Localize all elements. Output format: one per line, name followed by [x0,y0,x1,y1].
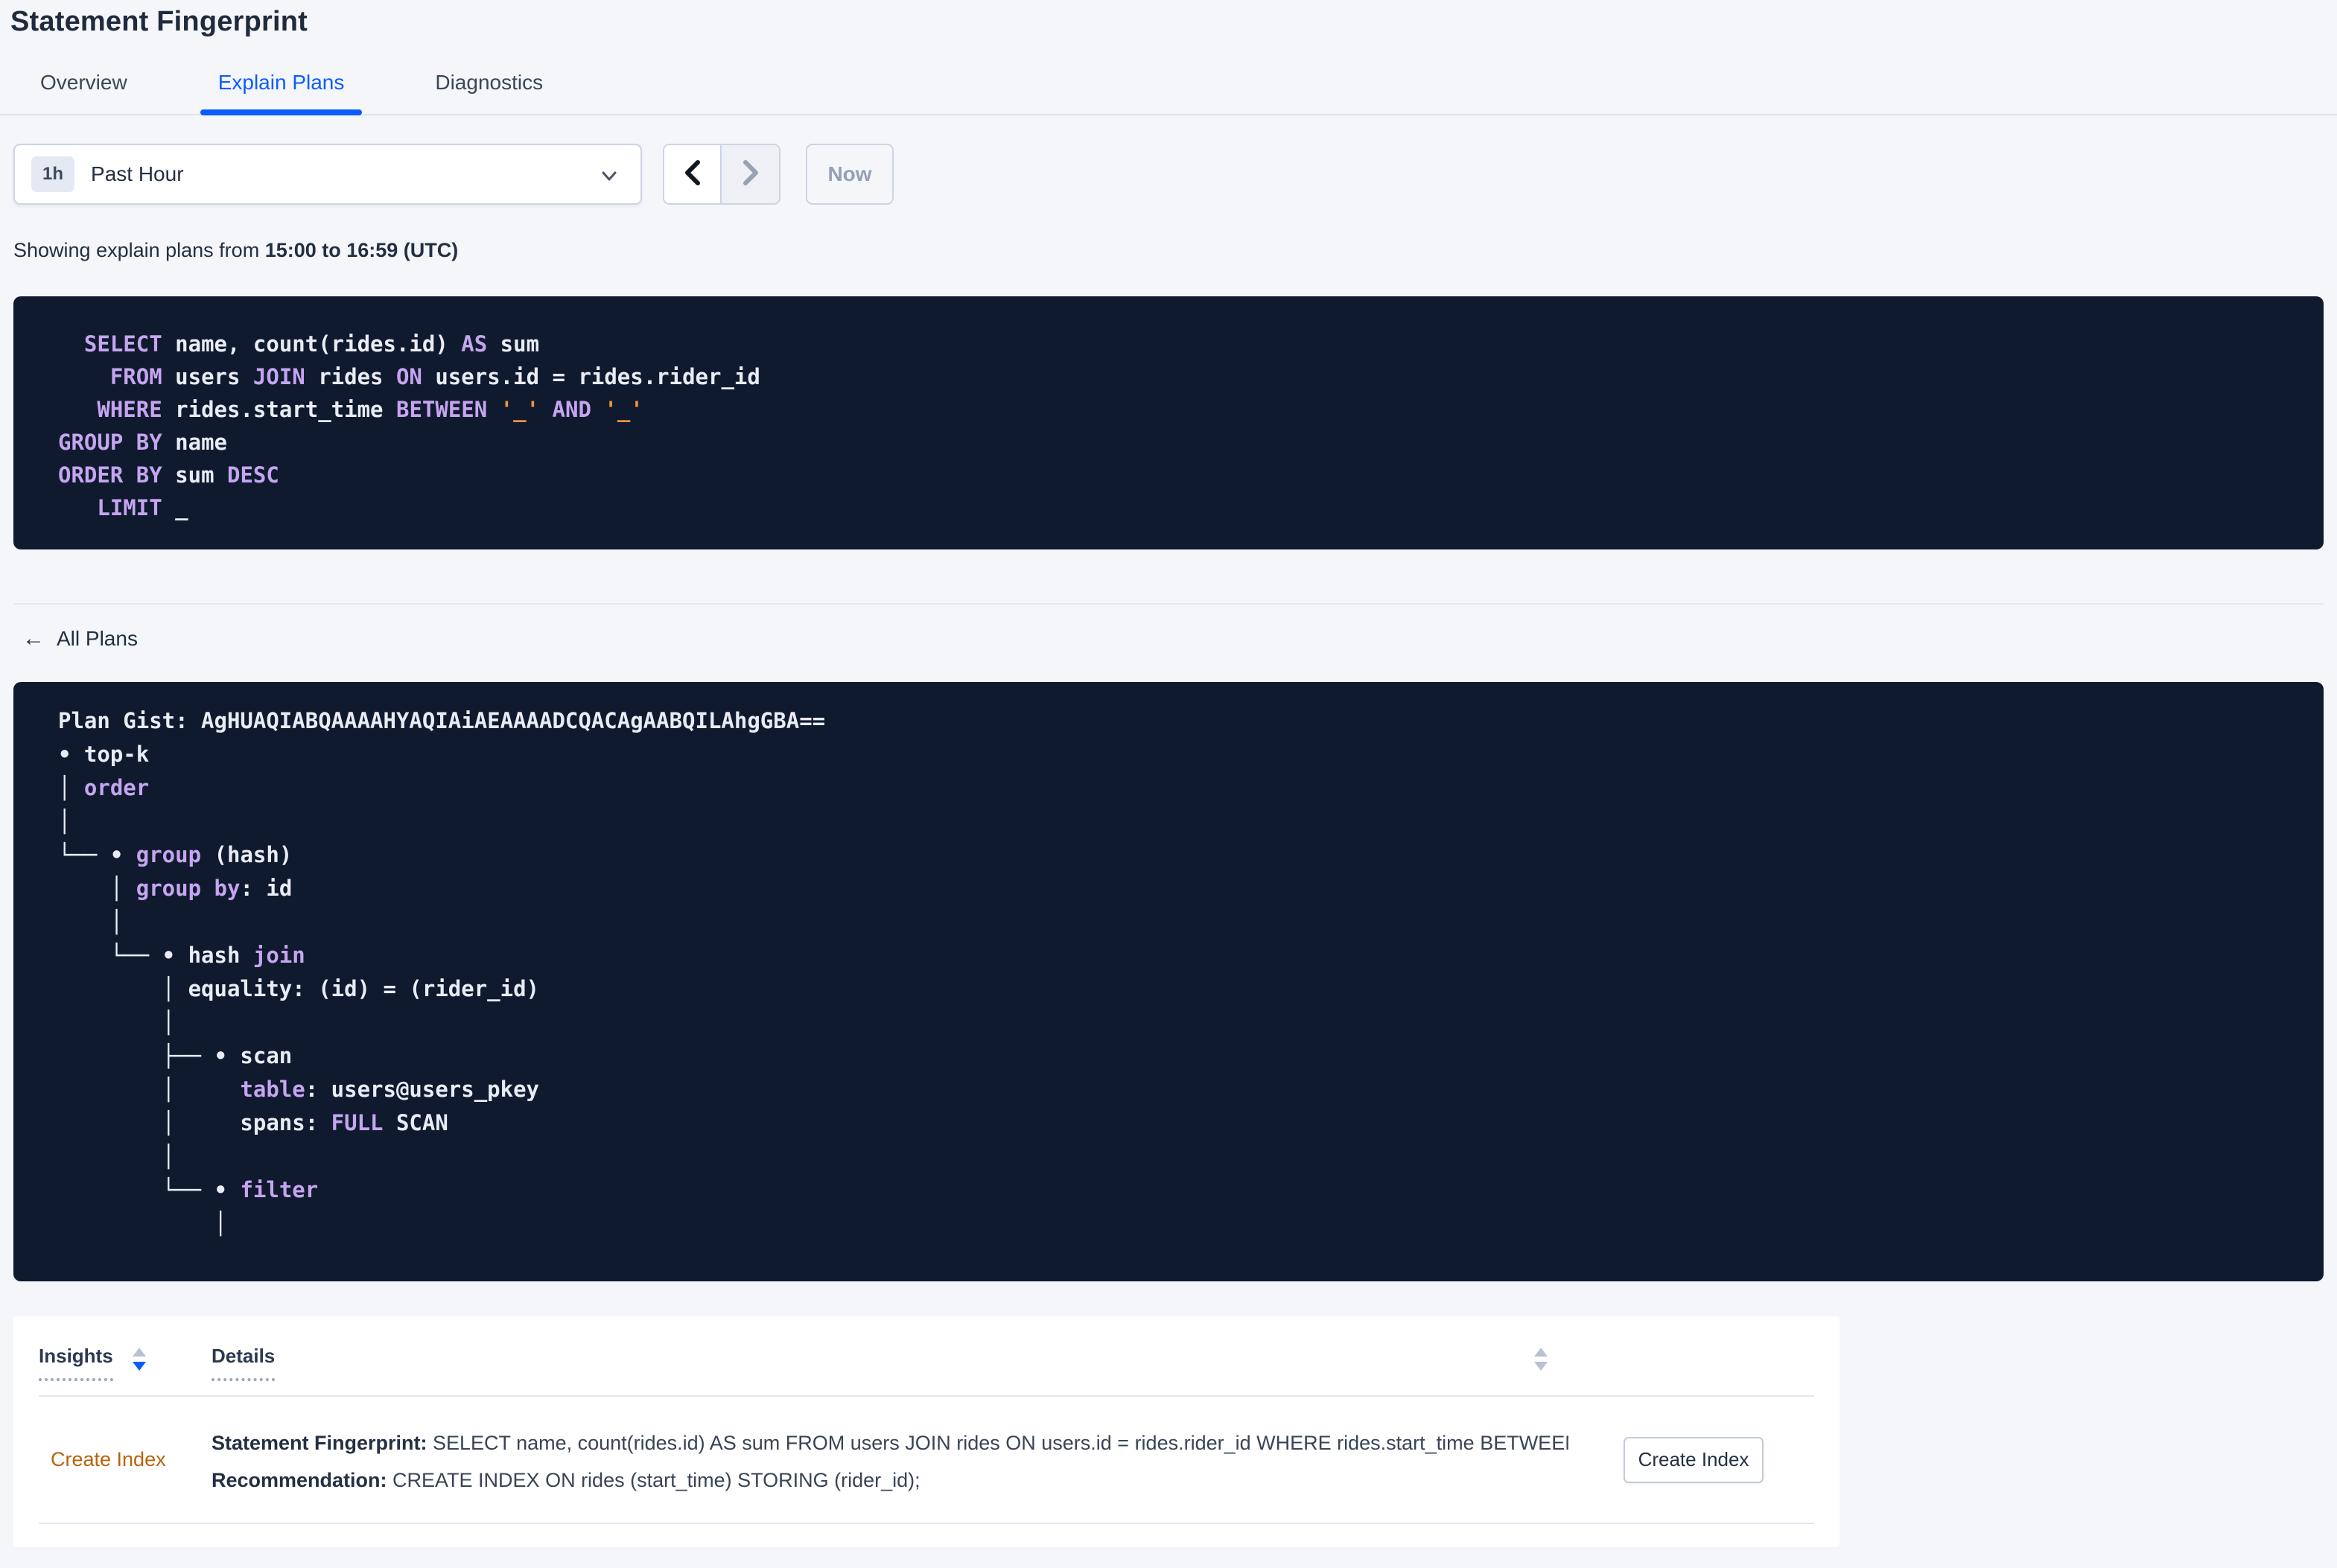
time-picker-row: 1h Past Hour Now [13,144,2337,205]
plan-gist-value: Plan Gist: AgHUAQIABQAAAAHYAQIAiAEAAAADC… [58,708,826,733]
arrow-left-icon: ← [22,626,45,651]
tab-bar: Overview Explain Plans Diagnostics [0,71,2337,115]
insight-details: Statement Fingerprint: SELECT name, coun… [212,1421,1568,1499]
time-range-badge: 1h [31,156,75,192]
tab-diagnostics[interactable]: Diagnostics [417,71,561,114]
time-range-label: Past Hour [91,162,184,185]
chevron-left-icon [680,158,705,191]
table-row: Create Index Statement Fingerprint: SELE… [39,1397,1814,1524]
now-button[interactable]: Now [806,144,894,205]
sql-fingerprint-box: SELECT name, count(rides.id) AS sum FROM… [13,296,2324,549]
previous-time-button[interactable] [664,145,722,203]
chevron-right-icon [738,158,763,191]
insights-header-label: Insights [39,1345,113,1381]
column-header-details[interactable]: Details [212,1345,1568,1381]
summary-range: 15:00 to 16:59 (UTC) [264,239,459,261]
sort-icon [1534,1348,1548,1371]
column-header-insights[interactable]: Insights [39,1345,212,1381]
create-index-link[interactable]: Create Index [39,1448,212,1471]
time-step-group [663,144,780,205]
all-plans-link[interactable]: ← All Plans [22,627,138,651]
page-title: Statement Fingerprint [10,6,308,37]
all-plans-label: All Plans [57,627,138,650]
tab-overview[interactable]: Overview [22,71,145,114]
time-range-summary: Showing explain plans from 15:00 to 16:5… [13,239,2337,262]
create-index-button[interactable]: Create Index [1624,1436,1764,1483]
action-cell: Create Index [1568,1436,1814,1483]
chevron-down-icon [599,165,620,190]
recommendation-line: Recommendation: CREATE INDEX ON rides (s… [212,1468,921,1491]
section-divider [13,603,2324,605]
insights-card: Insights Details Create Index Statement … [13,1316,1840,1547]
details-header-label: Details [212,1345,276,1381]
sort-icon [132,1348,146,1371]
summary-prefix: Showing explain plans from [13,239,265,261]
plan-gist-box: Plan Gist: AgHUAQIABQAAAAHYAQIAiAEAAAADC… [13,682,2324,1281]
fingerprint-line: Statement Fingerprint: SELECT name, coun… [212,1431,1568,1454]
next-time-button[interactable] [722,145,779,203]
plan-tree: • top-k │ order │ └── • group (hash) │ grou… [58,742,540,1236]
insights-table-header: Insights Details [39,1316,1814,1397]
time-range-select[interactable]: 1h Past Hour [13,144,642,205]
tab-explain-plans[interactable]: Explain Plans [200,71,363,115]
